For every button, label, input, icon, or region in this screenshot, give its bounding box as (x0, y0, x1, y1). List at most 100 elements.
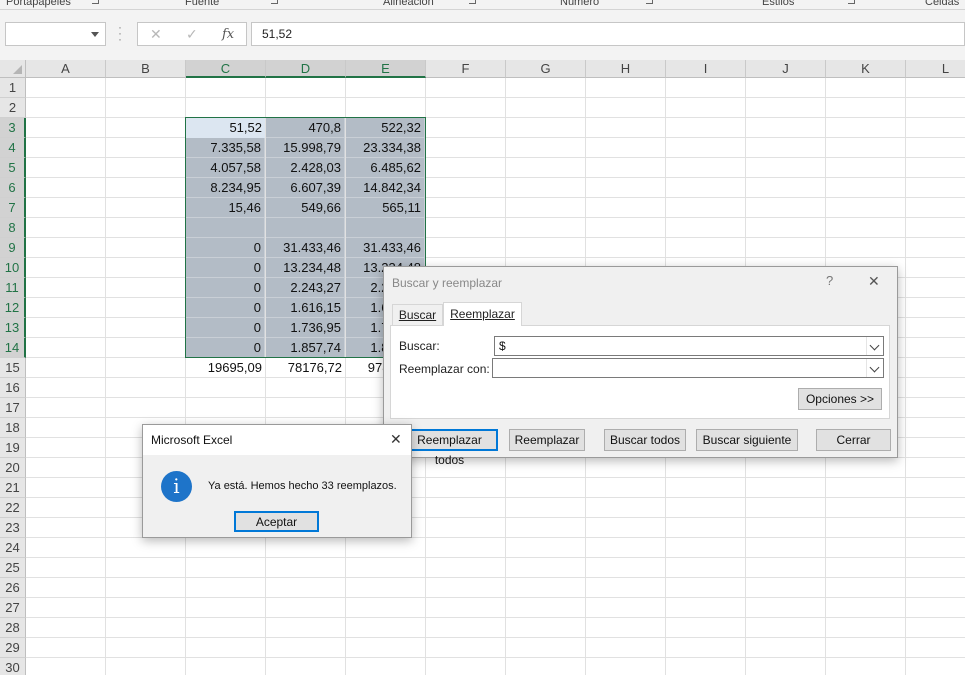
cell-C12[interactable]: 0 (186, 298, 265, 318)
row-header-23[interactable]: 23 (0, 518, 26, 538)
tab-reemplazar[interactable]: Reemplazar (443, 302, 522, 326)
cell-C11[interactable]: 0 (186, 278, 265, 298)
cell-E8[interactable] (346, 218, 425, 238)
cell-C4[interactable]: 7.335,58 (186, 138, 265, 158)
cell-D6[interactable]: 6.607,39 (266, 178, 345, 198)
cell-C8[interactable] (186, 218, 265, 238)
column-header-F[interactable]: F (426, 60, 506, 78)
cell-C7[interactable]: 15,46 (186, 198, 265, 218)
cell-E3[interactable]: 522,32 (346, 118, 425, 138)
cell-D13[interactable]: 1.736,95 (266, 318, 345, 338)
row-header-7[interactable]: 7 (0, 198, 26, 218)
cell-C14[interactable]: 0 (186, 338, 265, 358)
row-header-28[interactable]: 28 (0, 618, 26, 638)
row-header-27[interactable]: 27 (0, 598, 26, 618)
cell-D10[interactable]: 13.234,48 (266, 258, 345, 278)
row-header-15[interactable]: 15 (0, 358, 26, 378)
row-header-1[interactable]: 1 (0, 78, 26, 98)
row-header-25[interactable]: 25 (0, 558, 26, 578)
drag-handle-icon[interactable]: · · · (118, 21, 122, 45)
row-header-16[interactable]: 16 (0, 378, 26, 398)
cell-C5[interactable]: 4.057,58 (186, 158, 265, 178)
chevron-down-icon[interactable] (866, 359, 883, 377)
row-header-2[interactable]: 2 (0, 98, 26, 118)
row-header-14[interactable]: 14 (0, 338, 26, 358)
column-header-A[interactable]: A (26, 60, 106, 78)
options-button[interactable]: Opciones >> (798, 388, 882, 410)
dialog-launcher-icon[interactable] (469, 0, 476, 4)
row-header-24[interactable]: 24 (0, 538, 26, 558)
row-header-20[interactable]: 20 (0, 458, 26, 478)
close-icon[interactable]: ✕ (868, 273, 880, 290)
cell-C6[interactable]: 8.234,95 (186, 178, 265, 198)
row-header-19[interactable]: 19 (0, 438, 26, 458)
row-header-6[interactable]: 6 (0, 178, 26, 198)
cell-D4[interactable]: 15.998,79 (266, 138, 345, 158)
name-box[interactable] (5, 22, 106, 46)
cell-E6[interactable]: 14.842,34 (346, 178, 425, 198)
reemplazar-input[interactable] (492, 358, 884, 378)
cell-D5[interactable]: 2.428,03 (266, 158, 345, 178)
column-header-B[interactable]: B (106, 60, 186, 78)
cell-C10[interactable]: 0 (186, 258, 265, 278)
cell-E7[interactable]: 565,11 (346, 198, 425, 218)
cell-D8[interactable] (266, 218, 345, 238)
column-header-C[interactable]: C (186, 60, 266, 78)
close-button[interactable]: Cerrar (816, 429, 891, 451)
dialog-launcher-icon[interactable] (646, 0, 653, 4)
row-header-22[interactable]: 22 (0, 498, 26, 518)
cell-E9[interactable]: 31.433,46 (346, 238, 425, 258)
row-header-26[interactable]: 26 (0, 578, 26, 598)
cell-D14[interactable]: 1.857,74 (266, 338, 345, 358)
row-header-13[interactable]: 13 (0, 318, 26, 338)
dialog-launcher-icon[interactable] (92, 0, 99, 4)
select-all-corner[interactable] (0, 60, 26, 78)
row-header-8[interactable]: 8 (0, 218, 26, 238)
column-header-L[interactable]: L (906, 60, 965, 78)
row-header-30[interactable]: 30 (0, 658, 26, 675)
help-icon[interactable]: ? (826, 273, 833, 288)
row-header-3[interactable]: 3 (0, 118, 26, 138)
row-header-9[interactable]: 9 (0, 238, 26, 258)
find-all-button[interactable]: Buscar todos (604, 429, 686, 451)
chevron-down-icon[interactable] (91, 32, 99, 37)
cell-D7[interactable]: 549,66 (266, 198, 345, 218)
column-header-K[interactable]: K (826, 60, 906, 78)
formula-input[interactable]: 51,52 (251, 22, 965, 46)
chevron-down-icon[interactable] (866, 337, 883, 355)
row-header-21[interactable]: 21 (0, 478, 26, 498)
tab-buscar[interactable]: Buscar (392, 304, 443, 325)
cell-D3[interactable]: 470,8 (266, 118, 345, 138)
row-header-29[interactable]: 29 (0, 638, 26, 658)
replace-all-button[interactable]: Reemplazar todos (401, 429, 498, 467)
row-header-18[interactable]: 18 (0, 418, 26, 438)
replace-button[interactable]: Reemplazar (509, 429, 585, 451)
row-header-4[interactable]: 4 (0, 138, 26, 158)
row-header-11[interactable]: 11 (0, 278, 26, 298)
buscar-input[interactable]: $ (494, 336, 884, 356)
cell-C9[interactable]: 0 (186, 238, 265, 258)
cell-E4[interactable]: 23.334,38 (346, 138, 425, 158)
cell-D9[interactable]: 31.433,46 (266, 238, 345, 258)
row-header-12[interactable]: 12 (0, 298, 26, 318)
row-header-10[interactable]: 10 (0, 258, 26, 278)
row-header-5[interactable]: 5 (0, 158, 26, 178)
close-icon[interactable]: ✕ (390, 431, 402, 448)
column-header-E[interactable]: E (346, 60, 426, 78)
column-header-H[interactable]: H (586, 60, 666, 78)
dialog-launcher-icon[interactable] (271, 0, 278, 4)
column-header-I[interactable]: I (666, 60, 746, 78)
insert-function-icon[interactable]: fx (222, 27, 234, 42)
column-header-J[interactable]: J (746, 60, 826, 78)
cell-E5[interactable]: 6.485,62 (346, 158, 425, 178)
dialog-launcher-icon[interactable] (848, 0, 855, 4)
row-header-17[interactable]: 17 (0, 398, 26, 418)
cell-C15[interactable]: 19695,09 (186, 358, 265, 378)
column-header-G[interactable]: G (506, 60, 586, 78)
find-next-button[interactable]: Buscar siguiente (696, 429, 798, 451)
cell-C3[interactable]: 51,52 (186, 118, 265, 138)
cell-C13[interactable]: 0 (186, 318, 265, 338)
cell-D15[interactable]: 78176,72 (266, 358, 345, 378)
cell-D11[interactable]: 2.243,27 (266, 278, 345, 298)
enter-check-icon[interactable]: ✓ (186, 26, 198, 43)
